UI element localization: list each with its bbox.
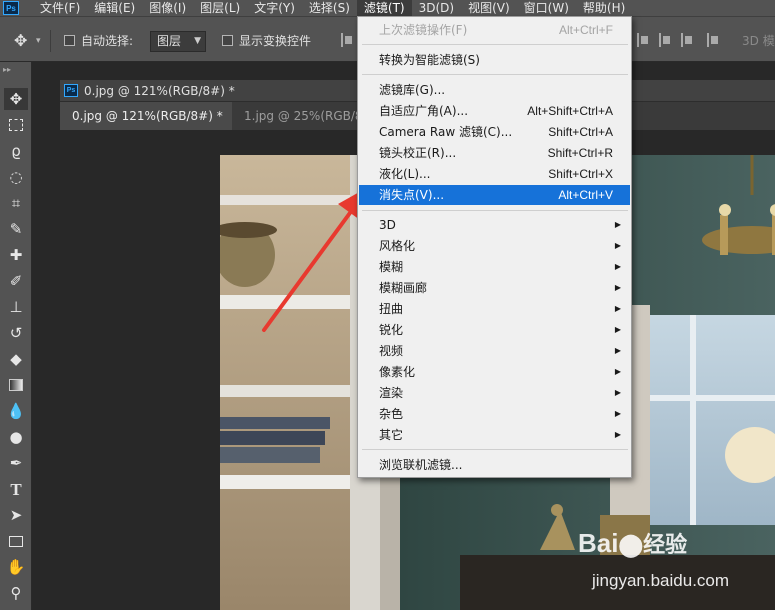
menu-item-browse-online-filters[interactable]: 浏览联机滤镜...	[359, 455, 630, 475]
pen-tool-icon[interactable]: ✒	[4, 452, 28, 474]
move-tool-icon[interactable]: ✥	[4, 88, 28, 110]
distribute-center-icon[interactable]	[658, 31, 672, 49]
menu-separator	[362, 44, 628, 45]
watermark-brand: Bai	[578, 528, 619, 558]
submenu-arrow-icon: ▶	[614, 409, 621, 418]
filter-menu: 上次滤镜操作(F) Alt+Ctrl+F 转换为智能滤镜(S) 滤镜库(G)...…	[357, 16, 632, 478]
distribute-right-icon[interactable]	[680, 31, 694, 49]
blur-tool-icon[interactable]: 💧	[4, 400, 28, 422]
paw-icon: ⬤	[618, 532, 644, 557]
menu-item-vanishing-point[interactable]: 消失点(V)... Alt+Ctrl+V	[359, 185, 630, 205]
menu-separator	[362, 74, 628, 75]
auto-select-label: 自动选择:	[81, 34, 134, 48]
menu-item-camera-raw[interactable]: Camera Raw 滤镜(C)... Shift+Ctrl+A	[359, 122, 630, 142]
show-transform-label: 显示变换控件	[239, 34, 312, 48]
menu-layer[interactable]: 图层(L)	[193, 0, 247, 16]
submenu-arrow-icon: ▶	[614, 220, 621, 229]
auto-select-target-dropdown[interactable]: 图层 ▼	[150, 31, 206, 52]
menu-item-video[interactable]: 视频 ▶	[359, 341, 630, 361]
baidu-jingyan-watermark: Bai⬤经验 jingyan.baidu.com	[578, 527, 768, 602]
photoshop-file-icon: Ps	[64, 84, 78, 97]
watermark-brand-tail: 经验	[643, 532, 688, 557]
quick-selection-tool-icon[interactable]: ◌	[4, 166, 28, 188]
menu-separator	[362, 210, 628, 211]
brush-tool-icon[interactable]: ✐	[4, 270, 28, 292]
menu-3d[interactable]: 3D(D)	[412, 0, 461, 16]
menu-item-blur-gallery[interactable]: 模糊画廊 ▶	[359, 278, 630, 298]
photoshop-logo-icon: Ps	[3, 1, 19, 15]
menu-window[interactable]: 窗口(W)	[517, 0, 576, 16]
auto-align-icon[interactable]	[706, 31, 720, 49]
menu-view[interactable]: 视图(V)	[461, 0, 517, 16]
document-title: 0.jpg @ 121%(RGB/8#) *	[84, 84, 235, 98]
submenu-arrow-icon: ▶	[614, 346, 621, 355]
menu-edit[interactable]: 编辑(E)	[87, 0, 142, 16]
menu-select[interactable]: 选择(S)	[302, 0, 357, 16]
tab-document-1[interactable]: 1.jpg @ 25%(RGB/8	[232, 102, 363, 130]
align-left-icon[interactable]	[340, 31, 354, 49]
eyedropper-tool-icon[interactable]: ✎	[4, 218, 28, 240]
submenu-arrow-icon: ▶	[614, 367, 621, 376]
tools-panel: ▸▸ ✥ ϱ ◌ ⌗ ✎ ✚ ✐ ⊥ ↺ ◆ 💧 ● ✒ T ➤ ✋ ⚲	[0, 62, 32, 610]
crop-tool-icon[interactable]: ⌗	[4, 192, 28, 214]
marquee-tool-icon[interactable]	[4, 114, 28, 136]
menu-item-blur[interactable]: 模糊 ▶	[359, 257, 630, 277]
zoom-tool-icon[interactable]: ⚲	[4, 582, 28, 604]
watermark-url: jingyan.baidu.com	[592, 571, 730, 590]
menu-image[interactable]: 图像(I)	[142, 0, 193, 16]
submenu-arrow-icon: ▶	[614, 388, 621, 397]
distribute-icon[interactable]	[636, 31, 650, 49]
menu-item-filter-gallery[interactable]: 滤镜库(G)...	[359, 80, 630, 100]
hand-tool-icon[interactable]: ✋	[4, 556, 28, 578]
menu-file[interactable]: 文件(F)	[33, 0, 87, 16]
lasso-tool-icon[interactable]: ϱ	[4, 140, 28, 162]
3d-mode-label: 3D 模式	[742, 34, 775, 48]
eraser-tool-icon[interactable]: ◆	[4, 348, 28, 370]
menu-item-lens-correction[interactable]: 镜头校正(R)... Shift+Ctrl+R	[359, 143, 630, 163]
menu-item-distort[interactable]: 扭曲 ▶	[359, 299, 630, 319]
menu-filter[interactable]: 滤镜(T)	[356, 0, 412, 16]
submenu-arrow-icon: ▶	[614, 304, 621, 313]
type-tool-icon[interactable]: T	[4, 478, 28, 500]
submenu-arrow-icon: ▶	[614, 283, 621, 292]
auto-select-checkbox[interactable]: 自动选择:	[64, 31, 133, 51]
submenu-arrow-icon: ▶	[614, 262, 621, 271]
chevron-down-icon: ▼	[194, 36, 201, 46]
panel-collapse-icon[interactable]: ▸▸	[3, 65, 11, 74]
tab-document-0[interactable]: 0.jpg @ 121%(RGB/8#) *	[60, 102, 232, 130]
submenu-arrow-icon: ▶	[614, 241, 621, 250]
rectangle-tool-icon[interactable]	[4, 530, 28, 552]
menu-type[interactable]: 文字(Y)	[247, 0, 302, 16]
gradient-tool-icon[interactable]	[4, 374, 28, 396]
dropdown-value: 图层	[157, 34, 182, 48]
menu-item-liquify[interactable]: 液化(L)... Shift+Ctrl+X	[359, 164, 630, 184]
history-brush-tool-icon[interactable]: ↺	[4, 322, 28, 344]
menu-item-other[interactable]: 其它 ▶	[359, 425, 630, 445]
menu-item-noise[interactable]: 杂色 ▶	[359, 404, 630, 424]
menu-item-render[interactable]: 渲染 ▶	[359, 383, 630, 403]
menu-bar: Ps 文件(F) 编辑(E) 图像(I) 图层(L) 文字(Y) 选择(S) 滤…	[0, 0, 775, 16]
menu-item-3d[interactable]: 3D ▶	[359, 215, 630, 235]
menu-item-last-filter[interactable]: 上次滤镜操作(F) Alt+Ctrl+F	[359, 20, 630, 40]
menu-item-convert-smart-filter[interactable]: 转换为智能滤镜(S)	[359, 50, 630, 70]
menu-help[interactable]: 帮助(H)	[576, 0, 632, 16]
menu-item-stylize[interactable]: 风格化 ▶	[359, 236, 630, 256]
menu-item-pixelate[interactable]: 像素化 ▶	[359, 362, 630, 382]
submenu-arrow-icon: ▶	[614, 430, 621, 439]
menu-item-adaptive-wide-angle[interactable]: 自适应广角(A)... Alt+Shift+Ctrl+A	[359, 101, 630, 121]
healing-brush-tool-icon[interactable]: ✚	[4, 244, 28, 266]
menu-item-sharpen[interactable]: 锐化 ▶	[359, 320, 630, 340]
show-transform-checkbox[interactable]: 显示变换控件	[222, 31, 311, 51]
clone-stamp-tool-icon[interactable]: ⊥	[4, 296, 28, 318]
dodge-tool-icon[interactable]: ●	[4, 426, 28, 448]
move-tool-icon[interactable]: ✥	[14, 31, 27, 51]
submenu-arrow-icon: ▶	[614, 325, 621, 334]
menu-separator	[362, 449, 628, 450]
options-divider	[50, 30, 51, 52]
tool-preset-chevron-icon[interactable]: ▾	[36, 31, 41, 51]
path-selection-tool-icon[interactable]: ➤	[4, 504, 28, 526]
